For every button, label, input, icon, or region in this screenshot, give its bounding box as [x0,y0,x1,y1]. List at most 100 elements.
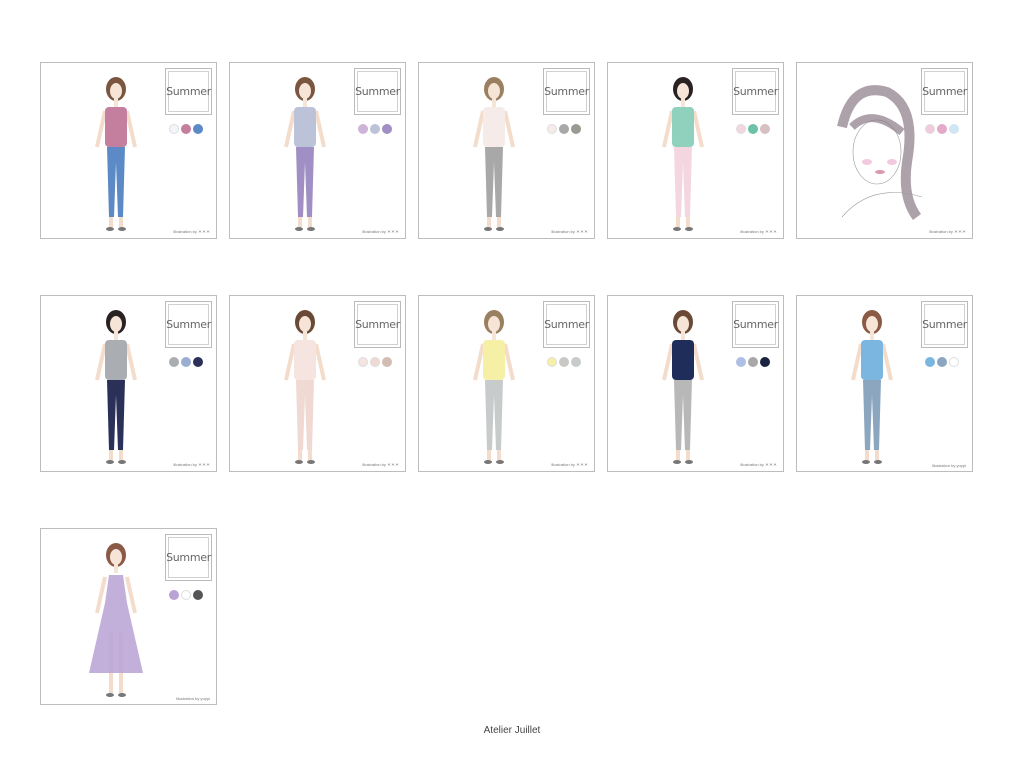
illustration-credit: Illustration by yoppi [931,463,966,468]
color-swatch [181,590,191,600]
color-palette [925,124,959,134]
color-swatch [358,357,368,367]
season-label-box: Summer [165,68,212,115]
color-swatch [382,124,392,134]
color-swatch [169,357,179,367]
season-label: Summer [355,304,400,345]
fashion-illustration [71,533,161,703]
fashion-illustration [827,67,923,237]
fashion-illustration [260,67,350,237]
illustration-card: Summer Illustration by yoppi [796,295,973,472]
season-label-box: Summer [921,301,968,348]
illustration-card: Summer Illustration by ＊＊＊ [418,62,595,239]
color-swatch [547,357,557,367]
color-swatch [382,357,392,367]
color-swatch [949,124,959,134]
season-label: Summer [733,304,778,345]
color-swatch [571,124,581,134]
illustration-credit: Illustration by ＊＊＊ [551,462,588,467]
season-label: Summer [166,71,211,112]
illustration-credit: Illustration by ＊＊＊ [362,229,399,234]
season-label: Summer [166,304,211,345]
color-swatch [937,124,947,134]
season-label-box: Summer [921,68,968,115]
color-palette [736,124,770,134]
color-swatch [760,124,770,134]
fashion-illustration [449,300,539,470]
color-palette [169,590,203,600]
fashion-illustration [638,300,728,470]
season-label-box: Summer [732,68,779,115]
fashion-illustration [638,67,728,237]
illustration-credit: Illustration by ＊＊＊ [551,229,588,234]
footer-text: Atelier Juillet [483,725,541,736]
color-swatch [925,357,935,367]
color-swatch [949,357,959,367]
illustration-card: Summer Illustration by ＊＊＊ [418,295,595,472]
color-swatch [559,124,569,134]
color-swatch [358,124,368,134]
illustration-card: Summer Illustration by ＊＊＊ [607,295,784,472]
season-label-box: Summer [165,301,212,348]
season-label: Summer [355,71,400,112]
color-palette [169,124,203,134]
illustration-card: Summer Illustration by ＊＊＊ [40,295,217,472]
color-palette [358,357,392,367]
illustration-credit: Illustration by yoppi [175,696,210,701]
illustration-card: Summer Illustration by yoppi [40,528,217,705]
color-swatch [169,124,179,134]
illustration-credit: Illustration by ＊＊＊ [173,462,210,467]
fashion-illustration [260,300,350,470]
color-swatch [181,357,191,367]
illustration-credit: Illustration by ＊＊＊ [929,229,966,234]
fashion-illustration [827,300,917,470]
color-swatch [193,357,203,367]
color-swatch [760,357,770,367]
season-label: Summer [544,71,589,112]
color-palette [547,124,581,134]
color-palette [547,357,581,367]
color-swatch [736,124,746,134]
season-label: Summer [922,304,967,345]
color-swatch [193,590,203,600]
illustration-card: Summer Illustration by ＊＊＊ [229,295,406,472]
illustration-credit: Illustration by ＊＊＊ [740,462,777,467]
fashion-illustration [71,300,161,470]
fashion-illustration [71,67,161,237]
illustration-card: Summer Illustration by ＊＊＊ [796,62,973,239]
season-label: Summer [544,304,589,345]
color-swatch [925,124,935,134]
color-swatch [937,357,947,367]
fashion-illustration [449,67,539,237]
illustration-card: Summer Illustration by ＊＊＊ [40,62,217,239]
color-swatch [181,124,191,134]
illustration-credit: Illustration by ＊＊＊ [740,229,777,234]
illustration-credit: Illustration by ＊＊＊ [173,229,210,234]
season-label: Summer [922,71,967,112]
season-label: Summer [166,537,211,578]
season-label-box: Summer [354,301,401,348]
season-label-box: Summer [543,301,590,348]
color-swatch [571,357,581,367]
illustration-card: Summer Illustration by ＊＊＊ [607,62,784,239]
season-label-box: Summer [543,68,590,115]
color-swatch [748,357,758,367]
season-label-box: Summer [354,68,401,115]
color-palette [358,124,392,134]
illustration-card: Summer Illustration by ＊＊＊ [229,62,406,239]
color-palette [736,357,770,367]
color-palette [169,357,203,367]
season-label-box: Summer [732,301,779,348]
season-label-box: Summer [165,534,212,581]
color-swatch [169,590,179,600]
season-label: Summer [733,71,778,112]
color-swatch [559,357,569,367]
color-swatch [547,124,557,134]
color-swatch [736,357,746,367]
color-palette [925,357,959,367]
illustration-credit: Illustration by ＊＊＊ [362,462,399,467]
color-swatch [748,124,758,134]
color-swatch [370,124,380,134]
color-swatch [370,357,380,367]
color-swatch [193,124,203,134]
